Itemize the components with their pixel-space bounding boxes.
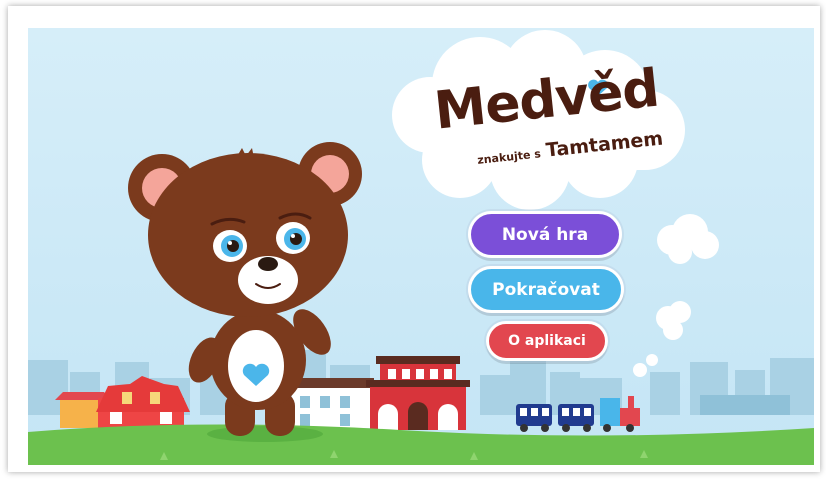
- white-house: [288, 378, 374, 428]
- continue-button[interactable]: Pokračovat: [468, 266, 624, 313]
- game-scene: [28, 28, 814, 465]
- new-game-button[interactable]: Nová hra: [468, 211, 622, 258]
- train-station: [366, 356, 470, 430]
- about-button[interactable]: O aplikaci: [486, 321, 608, 361]
